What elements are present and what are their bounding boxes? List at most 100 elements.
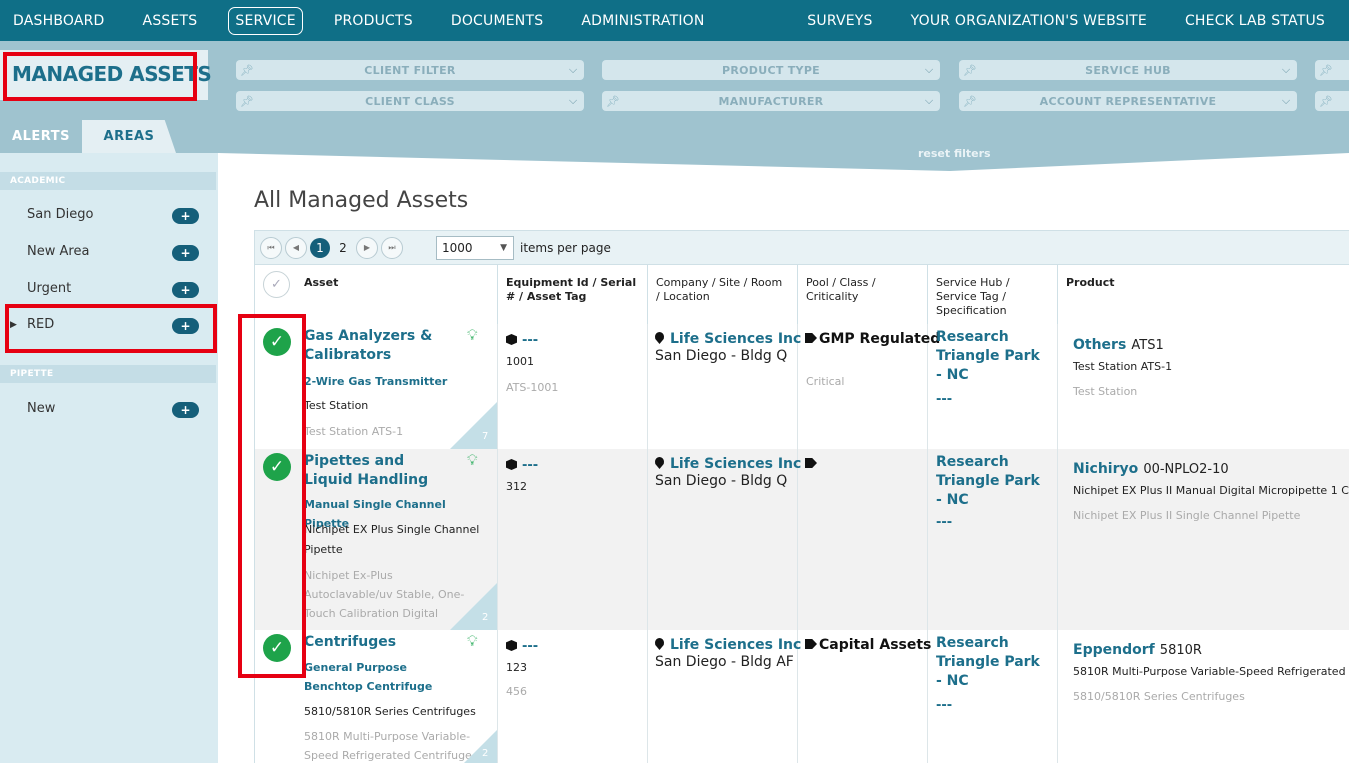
next-page-button[interactable]: ▶ <box>356 236 378 259</box>
product[interactable]: Nichiryo 00-NPLO2-10 <box>1073 458 1229 477</box>
map-pin-icon <box>655 638 664 650</box>
manufacturer-dropdown[interactable]: 📌︎ MANUFACTURER ⌵ <box>602 91 940 111</box>
col-company[interactable]: Company / Site / Room / Location <box>647 265 797 325</box>
company[interactable]: Life Sciences Inc <box>655 634 801 653</box>
serial-number: 312 <box>506 480 527 493</box>
table-row[interactable]: ✓ Centrifuges 💡︎ General Purpose Benchto… <box>255 630 1349 763</box>
last-page-button[interactable]: ⏭︎ <box>381 236 403 259</box>
chevron-down-icon: ⌵ <box>568 63 578 76</box>
service-hub-dropdown[interactable]: 📌︎ SERVICE HUB ⌵ <box>959 60 1297 80</box>
product-description: Test Station ATS-1 <box>1073 360 1173 373</box>
nav-administration[interactable]: ADMINISTRATION <box>581 8 704 34</box>
product-type-dropdown[interactable]: PRODUCT TYPE ⌵ <box>602 60 940 80</box>
caret-right-icon[interactable]: ▶ <box>10 320 17 330</box>
pager: ⏮︎ ◀ 1 2 ▶ ⏭︎ 1000 ▼ items per page <box>255 230 1349 264</box>
map-pin-icon <box>655 457 664 469</box>
pin-icon[interactable]: 📌︎ <box>236 64 258 77</box>
pin-icon[interactable]: 📌︎ <box>236 95 258 108</box>
status-check-icon[interactable]: ✓ <box>263 328 291 356</box>
nav-org-website[interactable]: YOUR ORGANIZATION'S WEBSITE <box>911 8 1147 34</box>
tab-areas[interactable]: AREAS <box>82 120 176 153</box>
extra-filter-dropdown[interactable]: 📌︎ <box>1315 60 1349 80</box>
nav-surveys[interactable]: SURVEYS <box>807 8 872 34</box>
add-button[interactable]: + <box>172 245 199 261</box>
pin-icon[interactable]: 📌︎ <box>1315 95 1337 108</box>
asset-model-link[interactable]: General Purpose Benchtop Centrifuge <box>304 658 464 696</box>
nav-check-lab-status[interactable]: CHECK LAB STATUS <box>1185 8 1325 34</box>
table-row[interactable]: ✓ Pipettes and Liquid Handling 💡︎ Manual… <box>255 449 1349 630</box>
table-row[interactable]: ✓ Gas Analyzers & Calibrators 💡︎ 2-Wire … <box>255 324 1349 449</box>
pin-icon[interactable]: 📌︎ <box>1315 64 1337 77</box>
map-pin-icon <box>655 332 664 344</box>
pin-icon[interactable]: 📌︎ <box>959 64 981 77</box>
page-1[interactable]: 1 <box>310 237 330 258</box>
items-per-page-select[interactable]: 1000 ▼ <box>436 235 514 260</box>
equipment-id[interactable]: --- <box>506 635 538 654</box>
site: San Diego - Bldg AF <box>655 654 794 670</box>
col-service-hub[interactable]: Service Hub / Service Tag / Specificatio… <box>927 265 1057 325</box>
page-2[interactable]: 2 <box>333 238 353 258</box>
add-button[interactable]: + <box>172 282 199 298</box>
nav-dashboard[interactable]: DASHBOARD <box>13 8 105 34</box>
service-hub-link[interactable]: Research Triangle Park - NC <box>936 634 1046 691</box>
service-hub-link[interactable]: Research Triangle Park - NC <box>936 328 1046 385</box>
asset-model-link[interactable]: 2-Wire Gas Transmitter <box>304 372 484 391</box>
account-rep-dropdown[interactable]: 📌︎ ACCOUNT REPRESENTATIVE ⌵ <box>959 91 1297 111</box>
status-check-icon[interactable]: ✓ <box>263 453 291 481</box>
service-tag[interactable]: --- <box>936 392 952 407</box>
lightbulb-icon[interactable]: 💡︎ <box>467 632 478 650</box>
equipment-id[interactable]: --- <box>506 329 538 348</box>
lightbulb-icon[interactable]: 💡︎ <box>467 451 478 469</box>
asset-description: Nichipet EX Plus Single Channel Pipette <box>304 523 480 556</box>
sidebar-item-san-diego[interactable]: San Diego + <box>0 201 216 231</box>
chevron-down-icon: ⌵ <box>1281 63 1291 76</box>
chevron-down-icon: ⌵ <box>924 94 934 107</box>
asset-extra: Nichipet Ex-Plus Autoclavable/uv Stable,… <box>304 569 465 620</box>
extra-filter-dropdown-2[interactable]: 📌︎ <box>1315 91 1349 111</box>
tag-icon <box>805 639 817 649</box>
sidebar-item-new[interactable]: New + <box>0 395 216 425</box>
table-header: ✓ Asset Equipment Id / Serial # / Asset … <box>255 264 1349 325</box>
sidebar: ACADEMIC San Diego + New Area + Urgent +… <box>0 153 218 763</box>
sidebar-item-red[interactable]: ▶ RED + <box>0 311 216 341</box>
pin-icon[interactable]: 📌︎ <box>959 95 981 108</box>
product[interactable]: Others ATS1 <box>1073 334 1164 353</box>
col-pool[interactable]: Pool / Class / Criticality <box>797 265 927 325</box>
service-tag[interactable]: --- <box>936 698 952 713</box>
reset-filters-link[interactable]: reset filters <box>918 147 991 160</box>
add-button[interactable]: + <box>172 402 199 418</box>
nav-service[interactable]: SERVICE <box>228 6 303 35</box>
nav-documents[interactable]: DOCUMENTS <box>451 8 543 34</box>
service-tag[interactable]: --- <box>936 515 952 530</box>
add-button[interactable]: + <box>172 208 199 224</box>
client-class-dropdown[interactable]: 📌︎ CLIENT CLASS ⌵ <box>236 91 584 111</box>
product-description: 5810R Multi-Purpose Variable-Speed Refri… <box>1073 665 1349 678</box>
nav-products[interactable]: PRODUCTS <box>334 8 413 34</box>
status-check-icon[interactable]: ✓ <box>263 634 291 662</box>
prev-page-button[interactable]: ◀ <box>285 236 307 259</box>
product[interactable]: Eppendorf 5810R <box>1073 639 1202 658</box>
sidebar-item-new-area[interactable]: New Area + <box>0 238 216 268</box>
add-button[interactable]: + <box>172 318 199 334</box>
chevron-down-icon: ⌵ <box>568 94 578 107</box>
client-filter-dropdown[interactable]: 📌︎ CLIENT FILTER ⌵ <box>236 60 584 80</box>
asset-name-link[interactable]: Pipettes and Liquid Handling <box>304 452 454 490</box>
tab-alerts[interactable]: ALERTS <box>0 120 82 153</box>
service-hub-link[interactable]: Research Triangle Park - NC <box>936 453 1046 510</box>
col-product[interactable]: Product <box>1057 265 1349 325</box>
equipment-id[interactable]: --- <box>506 454 538 473</box>
asset-name-link[interactable]: Centrifuges <box>304 633 454 652</box>
reset-filters-wedge[interactable]: reset filters <box>218 143 1349 173</box>
lightbulb-icon[interactable]: 💡︎ <box>467 326 478 344</box>
col-asset[interactable]: Asset <box>296 265 497 325</box>
nav-assets[interactable]: ASSETS <box>143 8 198 34</box>
company[interactable]: Life Sciences Inc <box>655 328 801 347</box>
first-page-button[interactable]: ⏮︎ <box>260 236 282 259</box>
count-badge: 2 <box>482 748 489 759</box>
company[interactable]: Life Sciences Inc <box>655 453 801 472</box>
select-all-checkbox[interactable]: ✓ <box>263 271 290 298</box>
col-equipment[interactable]: Equipment Id / Serial # / Asset Tag <box>497 265 647 325</box>
pin-icon[interactable]: 📌︎ <box>602 95 624 108</box>
asset-name-link[interactable]: Gas Analyzers & Calibrators <box>304 327 454 365</box>
sidebar-item-urgent[interactable]: Urgent + <box>0 275 216 305</box>
